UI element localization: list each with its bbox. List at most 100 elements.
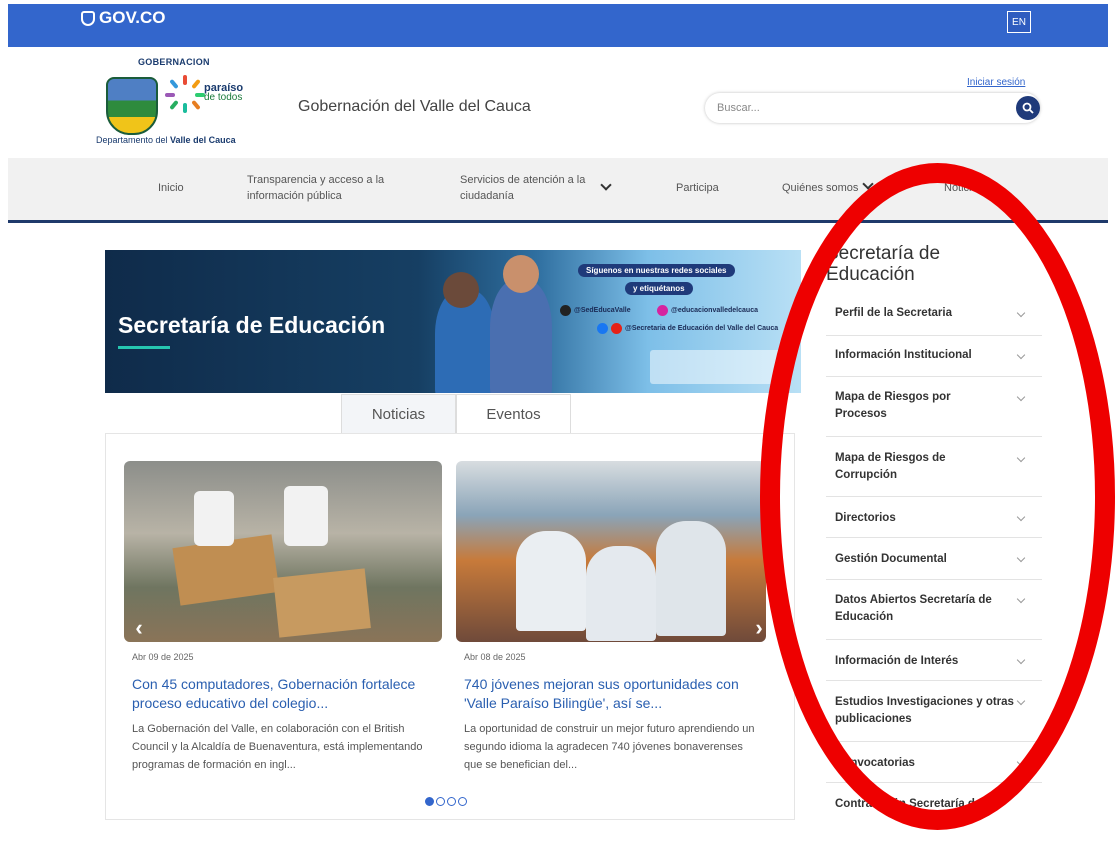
hero-banner[interactable]: Secretaría de Educación Síguenos en nues… [105,250,801,393]
news-image-2[interactable] [456,461,766,642]
paraiso-text: paraíso de todos [204,83,243,103]
banner-student-head [443,272,479,308]
logo-top-text: GOBERNACION [138,57,210,67]
nav-label: Quiénes somos [782,182,859,194]
fb-handle-text: @Secretaria de Educación del Valle del C… [625,325,779,332]
sidebar-item-contratacion[interactable]: Contratación Secretaría de [826,783,1042,823]
sidebar-item-label: Directorios [835,512,896,524]
news-excerpt: La oportunidad de construir un mejor fut… [464,723,755,771]
news-title-link[interactable]: 740 jóvenes mejoran sus oportunidades co… [464,675,764,713]
banner-logos [650,350,790,384]
news-excerpt: La Gobernación del Valle, en colaboració… [132,723,423,771]
search-input[interactable]: Buscar... [717,102,760,114]
sidebar-item-label: Estudios Investigaciones y otras publica… [835,696,1014,725]
chevron-down-icon [1016,453,1026,463]
student-figure [586,546,656,641]
chevron-down-icon [1016,655,1026,665]
paraiso-sun-icon [164,75,206,117]
nav-item-participa[interactable]: Participa [676,180,719,196]
x-handle-text: @SedEducaValle [574,307,631,314]
banner-student-figure-2 [490,280,552,393]
x-icon [560,305,571,316]
sidebar-item-convocatorias[interactable]: Convocatorias [826,742,1042,783]
search-button[interactable] [1016,96,1040,120]
sidebar-item-estudios[interactable]: Estudios Investigaciones y otras publica… [826,681,1042,742]
search-box[interactable]: Buscar... [705,93,1040,123]
carousel-dot[interactable] [458,797,467,806]
nav-label: Participa [676,182,719,194]
depto-prefix: Departamento del [96,135,171,145]
gov-logo[interactable]: GOV.CO [81,8,165,28]
news-image-1[interactable] [124,461,442,642]
sidebar-item-label: Información Institucional [835,349,972,361]
nav-item-transparencia[interactable]: Transparencia y acceso a la información … [247,172,422,204]
nav-item-quienes-somos[interactable]: Quiénes somos [782,178,875,196]
sidebar-item-informacion-interes[interactable]: Información de Interés [826,640,1042,681]
sidebar-item-mapa-riesgos-procesos[interactable]: Mapa de Riesgos por Procesos [826,377,1042,437]
chevron-down-icon [1016,757,1026,767]
sidebar-item-label: Mapa de Riesgos de Corrupción [835,452,946,481]
sidebar-item-label: Perfil de la Secretaria [835,307,952,319]
sidebar-item-label: Contratación Secretaría de [835,798,982,810]
gobernacion-logo[interactable]: GOBERNACION paraíso de todos Departament… [96,55,276,150]
sidebar-item-label: Datos Abiertos Secretaría de Educación [835,594,992,623]
carousel-dot[interactable] [436,797,445,806]
banner-ig-handle: @educacionvalledelcauca [657,305,758,316]
tab-noticias[interactable]: Noticias [341,394,456,436]
chevron-down-icon [862,178,875,190]
student-figure [516,531,586,631]
sidebar-title: Secretaría de Educación [826,243,941,285]
sidebar-item-label: Convocatorias [835,757,915,769]
gov-bar [8,4,1108,47]
arrow-left-icon: ‹ [135,615,143,640]
carousel-prev-button[interactable]: ‹ [128,613,150,643]
laptop-box [273,568,371,638]
sidebar-item-label: Información de Interés [835,655,959,667]
student-shirt [284,486,328,546]
nav-item-servicios[interactable]: Servicios de atención a la ciudadanía [460,172,595,204]
chevron-down-icon [1016,553,1026,563]
banner-student-head-2 [503,255,539,293]
crest-icon [106,77,158,135]
departamento-text: Departamento del Valle del Cauca [96,135,236,145]
chevron-down-icon [1016,392,1026,402]
nav-label: Transparencia y acceso a la información … [247,174,385,202]
sidebar-item-label: Mapa de Riesgos por Procesos [835,391,951,420]
sidebar-item-label: Gestión Documental [835,553,947,565]
arrow-right-icon: › [755,615,763,640]
depto-bold: Valle del Cauca [170,135,236,145]
site-title[interactable]: Gobernación del Valle del Cauca [298,98,531,116]
ig-handle-text: @educacionvalledelcauca [671,307,758,314]
banner-x-handle: @SedEducaValle [560,305,631,316]
chevron-down-icon [1016,512,1026,522]
student-shirt [194,491,234,546]
nav-label: Noticias [944,182,984,194]
sidebar-item-mapa-riesgos-corrupcion[interactable]: Mapa de Riesgos de Corrupción [826,437,1042,497]
youtube-icon [611,323,622,334]
nav-item-inicio[interactable]: Inicio [158,180,184,196]
banner-tag-pill: y etiquétanos [625,282,693,295]
sidebar-item-datos-abiertos[interactable]: Datos Abiertos Secretaría de Educación [826,580,1042,640]
chevron-down-icon [1016,308,1026,318]
news-title-link[interactable]: Con 45 computadores, Gobernación fortale… [132,675,447,713]
news-date: Abr 09 de 2025 [132,652,194,662]
banner-follow-pill: Síguenos en nuestras redes sociales [578,264,735,277]
sidebar-item-gestion-documental[interactable]: Gestión Documental [826,538,1042,580]
tab-eventos[interactable]: Eventos [456,394,571,433]
carousel-dot[interactable] [447,797,456,806]
student-figure [656,521,726,636]
sidebar-item-informacion-institucional[interactable]: Información Institucional [826,336,1042,377]
carousel-dots [425,797,467,806]
carousel-next-button[interactable]: › [748,613,770,643]
nav-label: Servicios de atención a la ciudadanía [460,174,586,202]
login-link[interactable]: Iniciar sesión [967,77,1025,88]
carousel-dot[interactable] [425,797,434,806]
sidebar-item-directorios[interactable]: Directorios [826,497,1042,538]
sidebar-item-perfil[interactable]: Perfil de la Secretaria [826,290,1042,336]
search-icon [1022,102,1034,114]
facebook-icon [597,323,608,334]
nav-label: Inicio [158,182,184,194]
language-button[interactable]: EN [1007,11,1031,33]
nav-item-noticias[interactable]: Noticias [944,180,983,196]
banner-fb-handle: @Secretaria de Educación del Valle del C… [597,323,797,334]
